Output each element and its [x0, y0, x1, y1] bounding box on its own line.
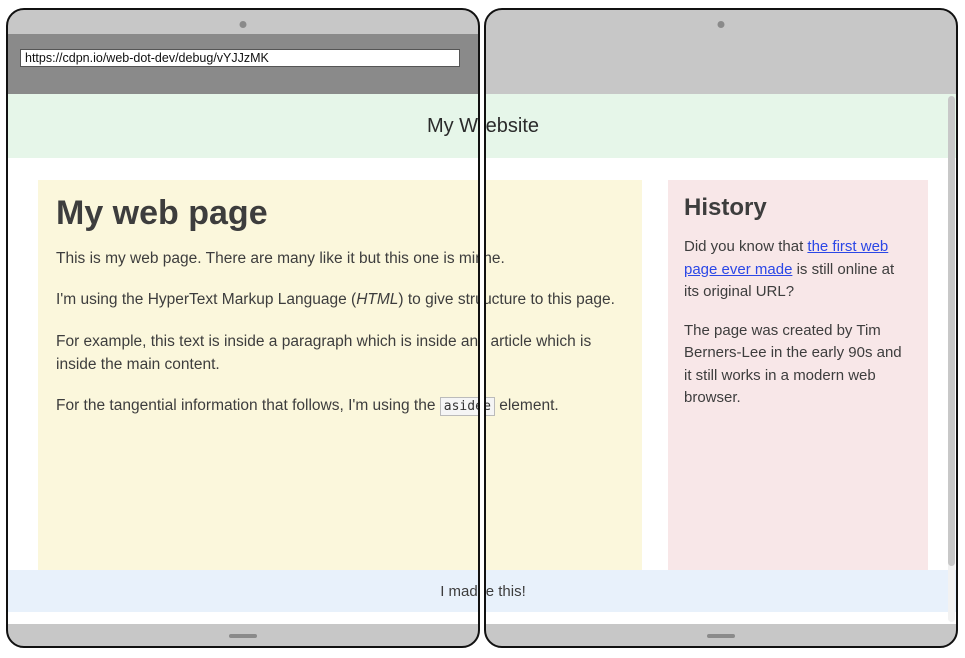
article-paragraph: For the tangential information that foll… — [486, 394, 624, 417]
article-paragraph: For example, this text is inside a parag… — [56, 330, 478, 377]
aside-paragraph: Did you know that the first web page eve… — [684, 236, 912, 304]
site-footer: I made this! — [486, 570, 956, 612]
main-article: My web page This is my web page. There a… — [38, 180, 478, 570]
text-run: I'm using the HyperText Markup Language … — [56, 291, 356, 308]
address-bar[interactable] — [20, 49, 460, 67]
inline-code-aside: aside — [486, 397, 495, 416]
tablet-device-right: My Website My web page This is my web pa… — [484, 8, 958, 648]
article-paragraph: I'm using the HyperText Markup Language … — [486, 288, 624, 311]
footer-text: I made this! — [486, 583, 526, 600]
text-run: element. — [495, 397, 559, 414]
aside-paragraph: The page was created by Tim Berners-Lee … — [684, 320, 912, 410]
text-run: ) to give structure to this page. — [486, 291, 615, 308]
rendered-page: My Website My web page This is my web pa… — [8, 94, 478, 624]
article-paragraph: I'm using the HyperText Markup Language … — [56, 288, 478, 311]
aside-history: History Did you know that the first web … — [668, 180, 928, 570]
aside-heading: History — [684, 194, 912, 222]
article-heading: My web page — [486, 194, 624, 233]
article-paragraph: For example, this text is inside a parag… — [486, 330, 624, 377]
site-title: My Website — [427, 115, 478, 138]
text-run: ) to give structure to this page. — [398, 291, 478, 308]
page-viewport-right[interactable]: My Website My web page This is my web pa… — [486, 94, 956, 624]
main-content-row: My web page This is my web page. There a… — [8, 158, 478, 570]
text-run: For the tangential information that foll… — [56, 397, 440, 414]
device-camera-icon — [718, 21, 725, 28]
page-viewport-left[interactable]: My Website My web page This is my web pa… — [8, 94, 478, 624]
site-title: My Website — [486, 115, 539, 138]
site-header: My Website — [8, 94, 478, 158]
rendered-page: My Website My web page This is my web pa… — [486, 94, 956, 624]
site-footer: I made this! — [8, 570, 478, 612]
scrollbar-thumb[interactable] — [948, 96, 955, 566]
home-indicator-icon — [229, 634, 257, 638]
home-indicator-icon — [707, 634, 735, 638]
text-run: Did you know that — [684, 238, 807, 255]
two-tablet-showcase: My Website My web page This is my web pa… — [0, 0, 965, 658]
main-content-row: My web page This is my web page. There a… — [486, 158, 956, 570]
article-paragraph: This is my web page. There are many like… — [486, 247, 624, 270]
emphasis-html: HTML — [356, 291, 398, 308]
tablet-device-left: My Website My web page This is my web pa… — [6, 8, 480, 648]
site-header: My Website — [486, 94, 956, 158]
device-camera-icon — [240, 21, 247, 28]
inline-code-aside: aside — [440, 397, 478, 416]
article-heading: My web page — [56, 194, 478, 233]
main-article: My web page This is my web page. There a… — [486, 180, 642, 570]
footer-text: I made this! — [440, 583, 478, 600]
article-paragraph: For the tangential information that foll… — [56, 394, 478, 417]
article-paragraph: This is my web page. There are many like… — [56, 247, 478, 270]
